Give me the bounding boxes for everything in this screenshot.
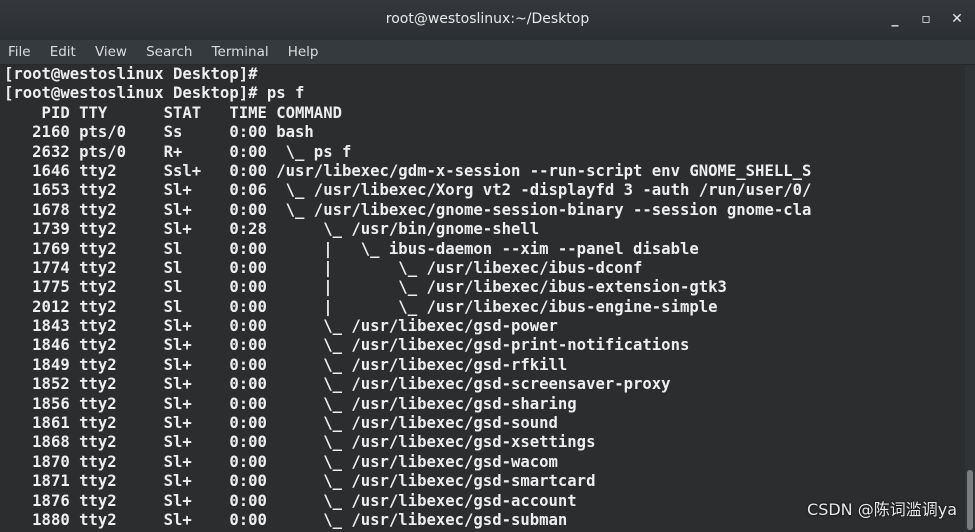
terminal-scrollbar[interactable]: [965, 65, 975, 532]
terminal-line: 1769 tty2 Sl 0:00 | \_ ibus-daemon --xim…: [4, 239, 699, 258]
menu-bar: File Edit View Search Terminal Help: [0, 40, 975, 65]
terminal-line: 1870 tty2 Sl+ 0:00 \_ /usr/libexec/gsd-w…: [4, 452, 558, 471]
terminal-line: 1775 tty2 Sl 0:00 | \_ /usr/libexec/ibus…: [4, 278, 727, 297]
terminal-line: 1846 tty2 Sl+ 0:00 \_ /usr/libexec/gsd-p…: [4, 336, 690, 355]
minimize-icon[interactable]: _: [884, 8, 906, 30]
terminal-line: 1843 tty2 Sl+ 0:00 \_ /usr/libexec/gsd-p…: [4, 317, 558, 336]
terminal-line: PID TTY STAT TIME COMMAND: [4, 103, 342, 122]
terminal-output[interactable]: [root@westoslinux Desktop]# [root@westos…: [0, 65, 965, 532]
terminal-line: 1861 tty2 Sl+ 0:00 \_ /usr/libexec/gsd-s…: [4, 414, 558, 433]
terminal-line: 2012 tty2 Sl 0:00 | \_ /usr/libexec/ibus…: [4, 297, 718, 316]
terminal-line: 1849 tty2 Sl+ 0:00 \_ /usr/libexec/gsd-r…: [4, 355, 568, 374]
terminal-line: 1856 tty2 Sl+ 0:00 \_ /usr/libexec/gsd-s…: [4, 394, 577, 413]
terminal-line: 1852 tty2 Sl+ 0:00 \_ /usr/libexec/gsd-s…: [4, 375, 671, 394]
scrollbar-thumb[interactable]: [967, 470, 973, 530]
menu-help[interactable]: Help: [280, 40, 325, 60]
maximize-icon[interactable]: ▫: [915, 8, 937, 30]
terminal-line: 1678 tty2 Sl+ 0:00 \_ /usr/libexec/gnome…: [4, 200, 812, 219]
close-icon[interactable]: ✕: [946, 8, 968, 30]
terminal-line: 1868 tty2 Sl+ 0:00 \_ /usr/libexec/gsd-x…: [4, 433, 596, 452]
watermark-text: CSDN @陈词滥调ya: [807, 500, 957, 519]
terminal-line: 1774 tty2 Sl 0:00 | \_ /usr/libexec/ibus…: [4, 258, 643, 277]
window-titlebar[interactable]: root@westoslinux:~/Desktop _ ▫ ✕: [0, 0, 975, 41]
terminal-line: 1871 tty2 Sl+ 0:00 \_ /usr/libexec/gsd-s…: [4, 472, 596, 491]
menu-file[interactable]: File: [0, 40, 37, 60]
menu-search[interactable]: Search: [138, 40, 198, 60]
terminal-line: 2632 pts/0 R+ 0:00 \_ ps f: [4, 142, 352, 161]
terminal-line: 1653 tty2 Sl+ 0:06 \_ /usr/libexec/Xorg …: [4, 181, 812, 200]
terminal-line: 1739 tty2 Sl+ 0:28 \_ /usr/bin/gnome-she…: [4, 220, 540, 239]
menu-edit[interactable]: Edit: [42, 40, 82, 60]
menu-view[interactable]: View: [87, 40, 133, 60]
terminal-line: [root@westoslinux Desktop]#: [4, 65, 258, 83]
menu-terminal[interactable]: Terminal: [204, 40, 275, 60]
terminal-line: [root@westoslinux Desktop]# ps f: [4, 84, 305, 103]
terminal-line: 1646 tty2 Ssl+ 0:00 /usr/libexec/gdm-x-s…: [4, 161, 812, 180]
window-title: root@westoslinux:~/Desktop: [385, 11, 590, 27]
terminal-line: 2160 pts/0 Ss 0:00 bash: [4, 123, 314, 142]
